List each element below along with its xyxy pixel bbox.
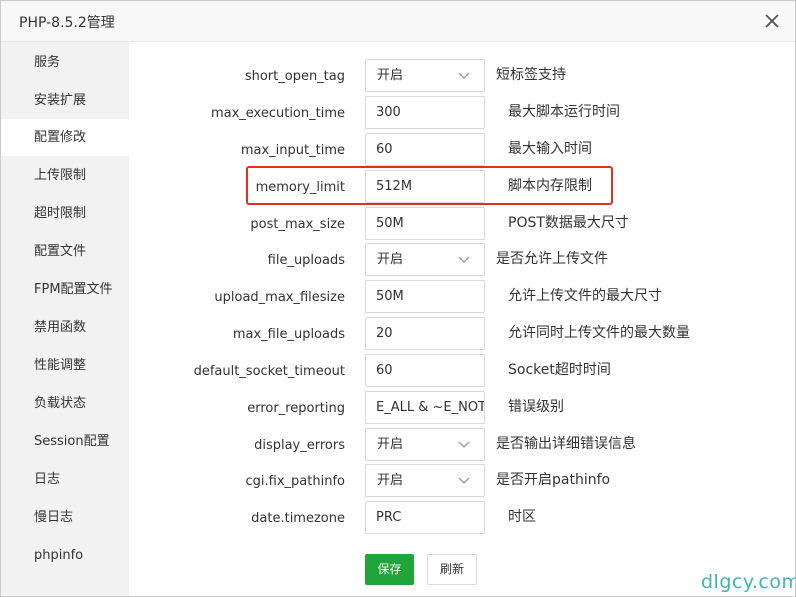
title-bar: PHP-8.5.2管理 <box>1 1 795 42</box>
sidebar-item-session-config[interactable]: Session配置 <box>1 423 129 460</box>
setting-label: max_input_time <box>240 143 345 158</box>
setting-row: date.timezone 时区 <box>129 501 795 538</box>
refresh-button[interactable]: 刷新 <box>427 554 477 585</box>
sidebar-item-fpm-config[interactable]: FPM配置文件 <box>1 271 129 308</box>
chevron-down-icon <box>458 477 470 484</box>
sidebar-item-performance[interactable]: 性能调整 <box>1 347 129 384</box>
setting-label: error_reporting <box>247 401 345 416</box>
upload-max-filesize-field[interactable] <box>365 280 485 313</box>
setting-row: post_max_size POST数据最大尺寸 <box>129 207 795 244</box>
setting-label: max_execution_time <box>210 106 345 121</box>
sidebar-item-phpinfo[interactable]: phpinfo <box>1 537 129 574</box>
sidebar: 服务 安装扩展 配置修改 上传限制 超时限制 配置文件 FPM配置文件 禁用函数… <box>1 42 129 596</box>
setting-description: 最大输入时间 <box>508 141 592 157</box>
sidebar-item-upload-limit[interactable]: 上传限制 <box>1 157 129 194</box>
setting-description: 是否开启pathinfo <box>496 472 611 488</box>
setting-description: 短标签支持 <box>496 67 566 83</box>
setting-label: cgi.fix_pathinfo <box>245 474 345 489</box>
memory-limit-field[interactable] <box>365 170 485 203</box>
max-execution-time-field[interactable] <box>365 96 485 129</box>
max-file-uploads-field[interactable] <box>365 317 485 350</box>
dialog-title: PHP-8.5.2管理 <box>19 15 115 31</box>
select-value: 开启 <box>377 68 404 83</box>
sidebar-item-install-extensions[interactable]: 安装扩展 <box>1 82 129 119</box>
chevron-down-icon <box>458 72 470 79</box>
chevron-down-icon <box>458 256 470 263</box>
sidebar-item-disabled-functions[interactable]: 禁用函数 <box>1 309 129 346</box>
setting-label: post_max_size <box>250 217 345 232</box>
setting-row: max_execution_time 最大脚本运行时间 <box>129 96 795 133</box>
setting-row: default_socket_timeout Socket超时时间 <box>129 354 795 391</box>
error-reporting-input[interactable] <box>366 392 484 423</box>
setting-label: display_errors <box>254 438 345 453</box>
save-button[interactable]: 保存 <box>365 554 414 585</box>
max-input-time-input[interactable] <box>366 134 484 165</box>
setting-description: 允许同时上传文件的最大数量 <box>508 325 690 341</box>
setting-description: 是否输出详细错误信息 <box>496 436 636 452</box>
sidebar-item-slow-log[interactable]: 慢日志 <box>1 499 129 536</box>
sidebar-item-config-file[interactable]: 配置文件 <box>1 233 129 270</box>
setting-description: 最大脚本运行时间 <box>508 104 620 120</box>
default-socket-timeout-input[interactable] <box>366 355 484 386</box>
chevron-down-icon <box>458 441 470 448</box>
setting-row: memory_limit 脚本内存限制 <box>129 170 795 207</box>
display-errors-select[interactable]: 开启 <box>365 428 485 461</box>
setting-label: date.timezone <box>251 511 345 526</box>
setting-label: memory_limit <box>255 180 345 195</box>
select-value: 开启 <box>377 437 404 452</box>
close-icon[interactable] <box>763 12 781 30</box>
php-settings-dialog: PHP-8.5.2管理 服务 安装扩展 配置修改 上传限制 超时限制 配置文件 … <box>0 0 796 597</box>
sidebar-item-load-status[interactable]: 负载状态 <box>1 385 129 422</box>
cgi-fix-pathinfo-select[interactable]: 开启 <box>365 464 485 497</box>
setting-label: default_socket_timeout <box>193 364 345 379</box>
error-reporting-field[interactable] <box>365 391 485 424</box>
post-max-size-field[interactable] <box>365 207 485 240</box>
select-value: 开启 <box>377 252 404 267</box>
setting-row: display_errors 开启 是否输出详细错误信息 <box>129 428 795 465</box>
upload-max-filesize-input[interactable] <box>366 281 484 312</box>
setting-description: POST数据最大尺寸 <box>508 215 629 231</box>
watermark: dlgcy.com <box>701 571 796 593</box>
default-socket-timeout-field[interactable] <box>365 354 485 387</box>
setting-description: Socket超时时间 <box>508 362 611 378</box>
setting-label: file_uploads <box>267 253 345 268</box>
max-execution-time-input[interactable] <box>366 97 484 128</box>
setting-row: max_input_time 最大输入时间 <box>129 133 795 170</box>
setting-description: 是否允许上传文件 <box>496 251 608 267</box>
max-file-uploads-input[interactable] <box>366 318 484 349</box>
sidebar-item-log[interactable]: 日志 <box>1 461 129 498</box>
date-timezone-field[interactable] <box>365 501 485 534</box>
setting-description: 时区 <box>508 509 536 525</box>
sidebar-item-timeout-limit[interactable]: 超时限制 <box>1 195 129 232</box>
setting-description: 允许上传文件的最大尺寸 <box>508 288 662 304</box>
date-timezone-input[interactable] <box>366 502 484 533</box>
sidebar-item-service[interactable]: 服务 <box>1 44 129 81</box>
setting-description: 脚本内存限制 <box>508 178 592 194</box>
sidebar-item-config-edit[interactable]: 配置修改 <box>1 119 129 156</box>
setting-label: max_file_uploads <box>232 327 345 342</box>
setting-row: cgi.fix_pathinfo 开启 是否开启pathinfo <box>129 464 795 501</box>
setting-row: upload_max_filesize 允许上传文件的最大尺寸 <box>129 280 795 317</box>
setting-row: file_uploads 开启 是否允许上传文件 <box>129 243 795 280</box>
setting-row: error_reporting 错误级别 <box>129 391 795 428</box>
setting-description: 错误级别 <box>508 399 564 415</box>
setting-row: max_file_uploads 允许同时上传文件的最大数量 <box>129 317 795 354</box>
setting-label: short_open_tag <box>244 69 345 84</box>
post-max-size-input[interactable] <box>366 208 484 239</box>
setting-row: short_open_tag 开启 短标签支持 <box>129 59 795 96</box>
short-open-tag-select[interactable]: 开启 <box>365 59 485 92</box>
select-value: 开启 <box>377 473 404 488</box>
setting-label: upload_max_filesize <box>214 290 345 305</box>
file-uploads-select[interactable]: 开启 <box>365 243 485 276</box>
config-form: short_open_tag 开启 短标签支持 max_execution_ti… <box>129 42 795 596</box>
memory-limit-input[interactable] <box>366 171 484 202</box>
max-input-time-field[interactable] <box>365 133 485 166</box>
